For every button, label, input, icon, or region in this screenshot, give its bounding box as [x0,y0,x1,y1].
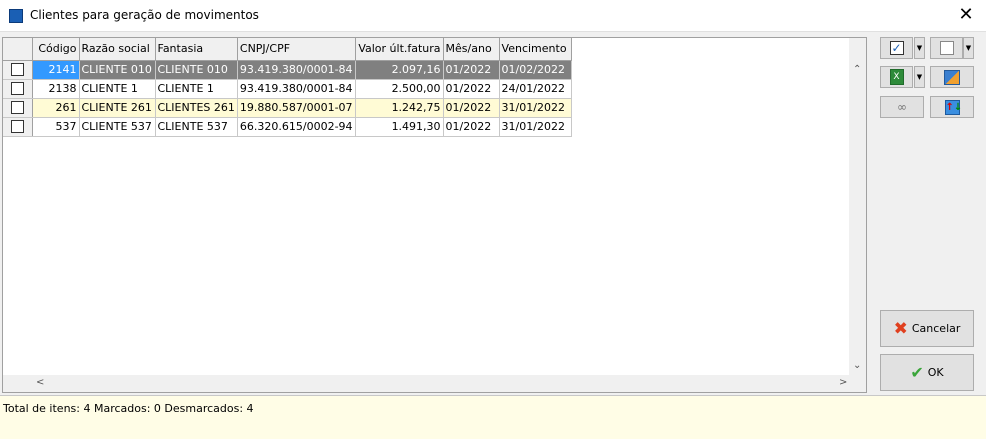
export-excel-button[interactable]: X [880,66,913,88]
status-text: Total de itens: 4 Marcados: 0 Desmarcado… [3,402,254,415]
uncheck-all-button[interactable] [930,37,963,59]
binoculars-icon: ∞ [897,100,907,114]
row-checkbox-cell[interactable] [3,98,33,118]
search-button[interactable]: ∞ [880,96,924,118]
cell-codigo[interactable]: 261 [32,98,80,118]
cell-razao[interactable]: CLIENTE 261 [79,98,156,118]
grid-config-button[interactable] [930,66,974,88]
close-button[interactable]: ✕ [954,4,978,25]
horizontal-scrollbar[interactable]: < > [3,375,866,392]
cell-mes[interactable]: 01/2022 [443,117,500,137]
cell-valor[interactable]: 2.500,00 [355,79,444,99]
window-title: Clientes para geração de movimentos [30,8,259,22]
cell-fantasia[interactable]: CLIENTE 1 [155,79,238,99]
cell-codigo[interactable]: 2138 [32,79,80,99]
cell-razao[interactable]: CLIENTE 010 [79,60,156,80]
cell-fantasia[interactable]: CLIENTES 261 [155,98,238,118]
cell-valor[interactable]: 1.242,75 [355,98,444,118]
clients-table: Código Razão social Fantasia CNPJ/CPF Va… [3,38,572,137]
sort-button[interactable]: ↑↓ [930,96,974,118]
row-checkbox[interactable] [10,82,24,96]
cell-fantasia[interactable]: CLIENTE 537 [155,117,238,137]
cell-razao[interactable]: CLIENTE 1 [79,79,156,99]
cell-mes[interactable]: 01/2022 [443,98,500,118]
status-bar: Total de itens: 4 Marcados: 0 Desmarcado… [0,395,986,439]
clients-grid: Código Razão social Fantasia CNPJ/CPF Va… [2,37,867,393]
header-codigo[interactable]: Código [32,38,80,61]
header-razao[interactable]: Razão social [79,38,156,61]
scroll-down-icon[interactable]: ⌄ [853,360,861,371]
cell-codigo[interactable]: 537 [32,117,80,137]
uncheck-dropdown[interactable]: ▼ [963,37,974,59]
cell-cnpj[interactable]: 93.419.380/0001-84 [237,79,356,99]
ok-button[interactable]: ✔ OK [880,354,974,391]
cell-fantasia[interactable]: CLIENTE 010 [155,60,238,80]
cell-razao[interactable]: CLIENTE 537 [79,117,156,137]
cell-mes[interactable]: 01/2022 [443,60,500,80]
cell-mes[interactable]: 01/2022 [443,79,500,99]
row-checkbox-cell[interactable] [3,79,33,99]
cancel-label: Cancelar [911,322,961,335]
row-checkbox[interactable] [10,120,24,134]
cell-valor[interactable]: 1.491,30 [355,117,444,137]
cell-cnpj[interactable]: 66.320.615/0002-94 [237,117,356,137]
cancel-button[interactable]: ✖ Cancelar [880,310,974,347]
table-row[interactable]: 537 CLIENTE 537 CLIENTE 537 66.320.615/0002… [3,117,572,137]
header-mes[interactable]: Mês/ano [443,38,500,61]
cell-venc[interactable]: 24/01/2022 [499,79,572,99]
table-row[interactable]: 2141 CLIENTE 010 CLIENTE 010 93.419.380/000… [3,60,572,80]
row-checkbox-cell[interactable] [3,117,33,137]
header-valor[interactable]: Valor últ.fatura [355,38,444,61]
export-dropdown[interactable]: ▼ [914,66,925,88]
cell-venc[interactable]: 01/02/2022 [499,60,572,80]
checkbox-checked-icon: ✓ [889,41,904,55]
checkbox-empty-icon [939,41,954,55]
check-icon: ✔ [910,363,924,382]
title-bar: Clientes para geração de movimentos ✕ [0,0,986,32]
cell-cnpj[interactable]: 19.880.587/0001-07 [237,98,356,118]
row-checkbox[interactable] [10,101,24,115]
sort-icon: ↑↓ [944,99,963,115]
row-checkbox[interactable] [10,63,24,77]
scroll-up-icon[interactable]: ⌃ [853,64,861,75]
header-check[interactable] [3,38,33,61]
cell-venc[interactable]: 31/01/2022 [499,117,572,137]
scroll-right-icon[interactable]: > [839,377,847,388]
cell-cnpj[interactable]: 93.419.380/0001-84 [237,60,356,80]
excel-icon: X [889,69,904,85]
cancel-x-icon: ✖ [893,318,908,339]
cell-codigo[interactable]: 2141 [32,60,80,80]
row-checkbox-cell[interactable] [3,60,33,80]
header-vencimento[interactable]: Vencimento [499,38,572,61]
scroll-left-icon[interactable]: < [36,377,44,388]
app-icon [9,9,23,23]
check-dropdown[interactable]: ▼ [914,37,925,59]
ok-label: OK [927,366,944,379]
grid-hand-icon [944,69,960,85]
table-row[interactable]: 2138 CLIENTE 1 CLIENTE 1 93.419.380/0001-84… [3,79,572,99]
cell-valor[interactable]: 2.097,16 [355,60,444,80]
vertical-scrollbar[interactable]: ⌃ ⌄ [849,38,866,375]
table-row[interactable]: 261 CLIENTE 261 CLIENTES 261 19.880.587/000… [3,98,572,118]
header-fantasia[interactable]: Fantasia [155,38,238,61]
check-all-button[interactable]: ✓ [880,37,913,59]
cell-venc[interactable]: 31/01/2022 [499,98,572,118]
header-cnpj[interactable]: CNPJ/CPF [237,38,356,61]
